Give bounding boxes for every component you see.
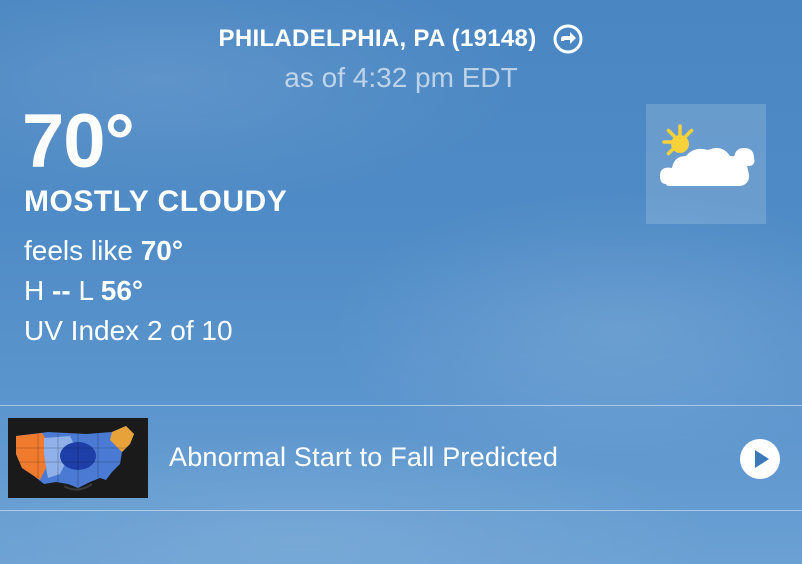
current-temperature: 70° <box>22 99 135 184</box>
feels-like-label: feels like <box>24 235 133 266</box>
high-label: H <box>24 275 45 306</box>
divider-bottom <box>0 510 802 511</box>
news-headline[interactable]: Abnormal Start to Fall Predicted <box>169 442 558 473</box>
high-low: H -- L 56° <box>24 275 143 307</box>
high-value: -- <box>52 275 71 306</box>
last-updated-time: as of 4:32 pm EDT <box>284 62 518 93</box>
low-value: 56° <box>100 275 144 306</box>
feels-like: feels like 70° <box>24 235 183 267</box>
arrow-right-circle-icon[interactable] <box>553 24 583 54</box>
partly-cloudy-icon <box>646 104 766 224</box>
low-label: L <box>78 275 93 306</box>
us-temperature-map-thumbnail[interactable] <box>8 418 148 498</box>
news-video-item[interactable]: Abnormal Start to Fall Predicted <box>0 406 802 510</box>
feels-like-value: 70° <box>140 235 184 266</box>
location-name: PHILADELPHIA, PA (19148) <box>218 25 537 52</box>
uv-index: UV Index 2 of 10 <box>24 315 233 346</box>
condition-text: MOSTLY CLOUDY <box>24 185 288 218</box>
location-header[interactable]: PHILADELPHIA, PA (19148) <box>0 24 802 54</box>
play-icon[interactable] <box>740 439 780 479</box>
weather-widget: { "location": { "name": "PHILADELPHIA, P… <box>0 0 802 564</box>
